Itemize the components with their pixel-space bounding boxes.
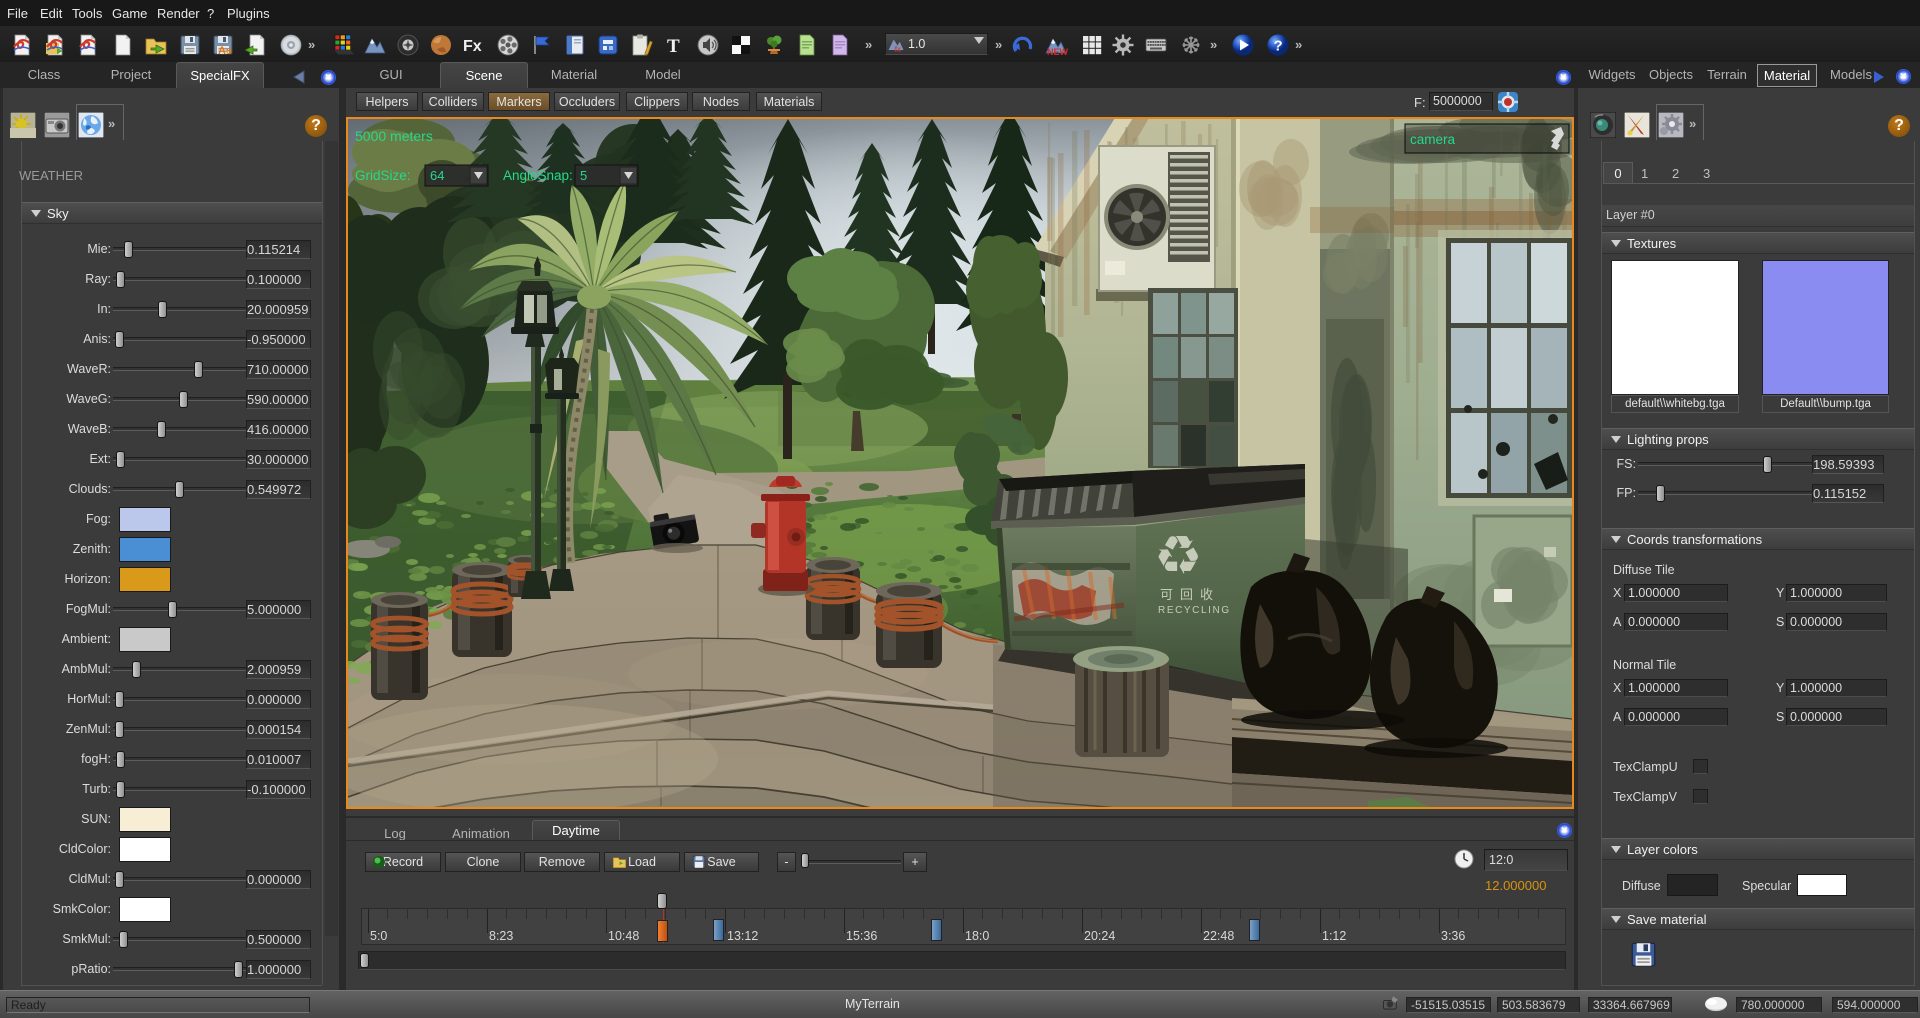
svg-text:?: ? [1274, 38, 1283, 55]
svg-text:camera: camera [1410, 132, 1456, 147]
svg-text:fx: fx [895, 45, 902, 54]
svg-text:可回收: 可回收 [1160, 587, 1220, 602]
svg-text:As: As [218, 45, 232, 57]
svg-text:NEW: NEW [1047, 47, 1068, 57]
svg-text:AngleSnap:: AngleSnap: [503, 168, 573, 183]
svg-text:Fx: Fx [463, 38, 482, 55]
svg-text:♻: ♻ [1154, 526, 1202, 586]
svg-text:5000 meters: 5000 meters [355, 128, 433, 144]
svg-text:5: 5 [580, 168, 587, 183]
svg-text:T: T [667, 36, 680, 57]
svg-text:RECYCLING: RECYCLING [1158, 605, 1231, 616]
svg-text:64: 64 [430, 168, 444, 183]
svg-text:GridSize:: GridSize: [355, 168, 411, 183]
